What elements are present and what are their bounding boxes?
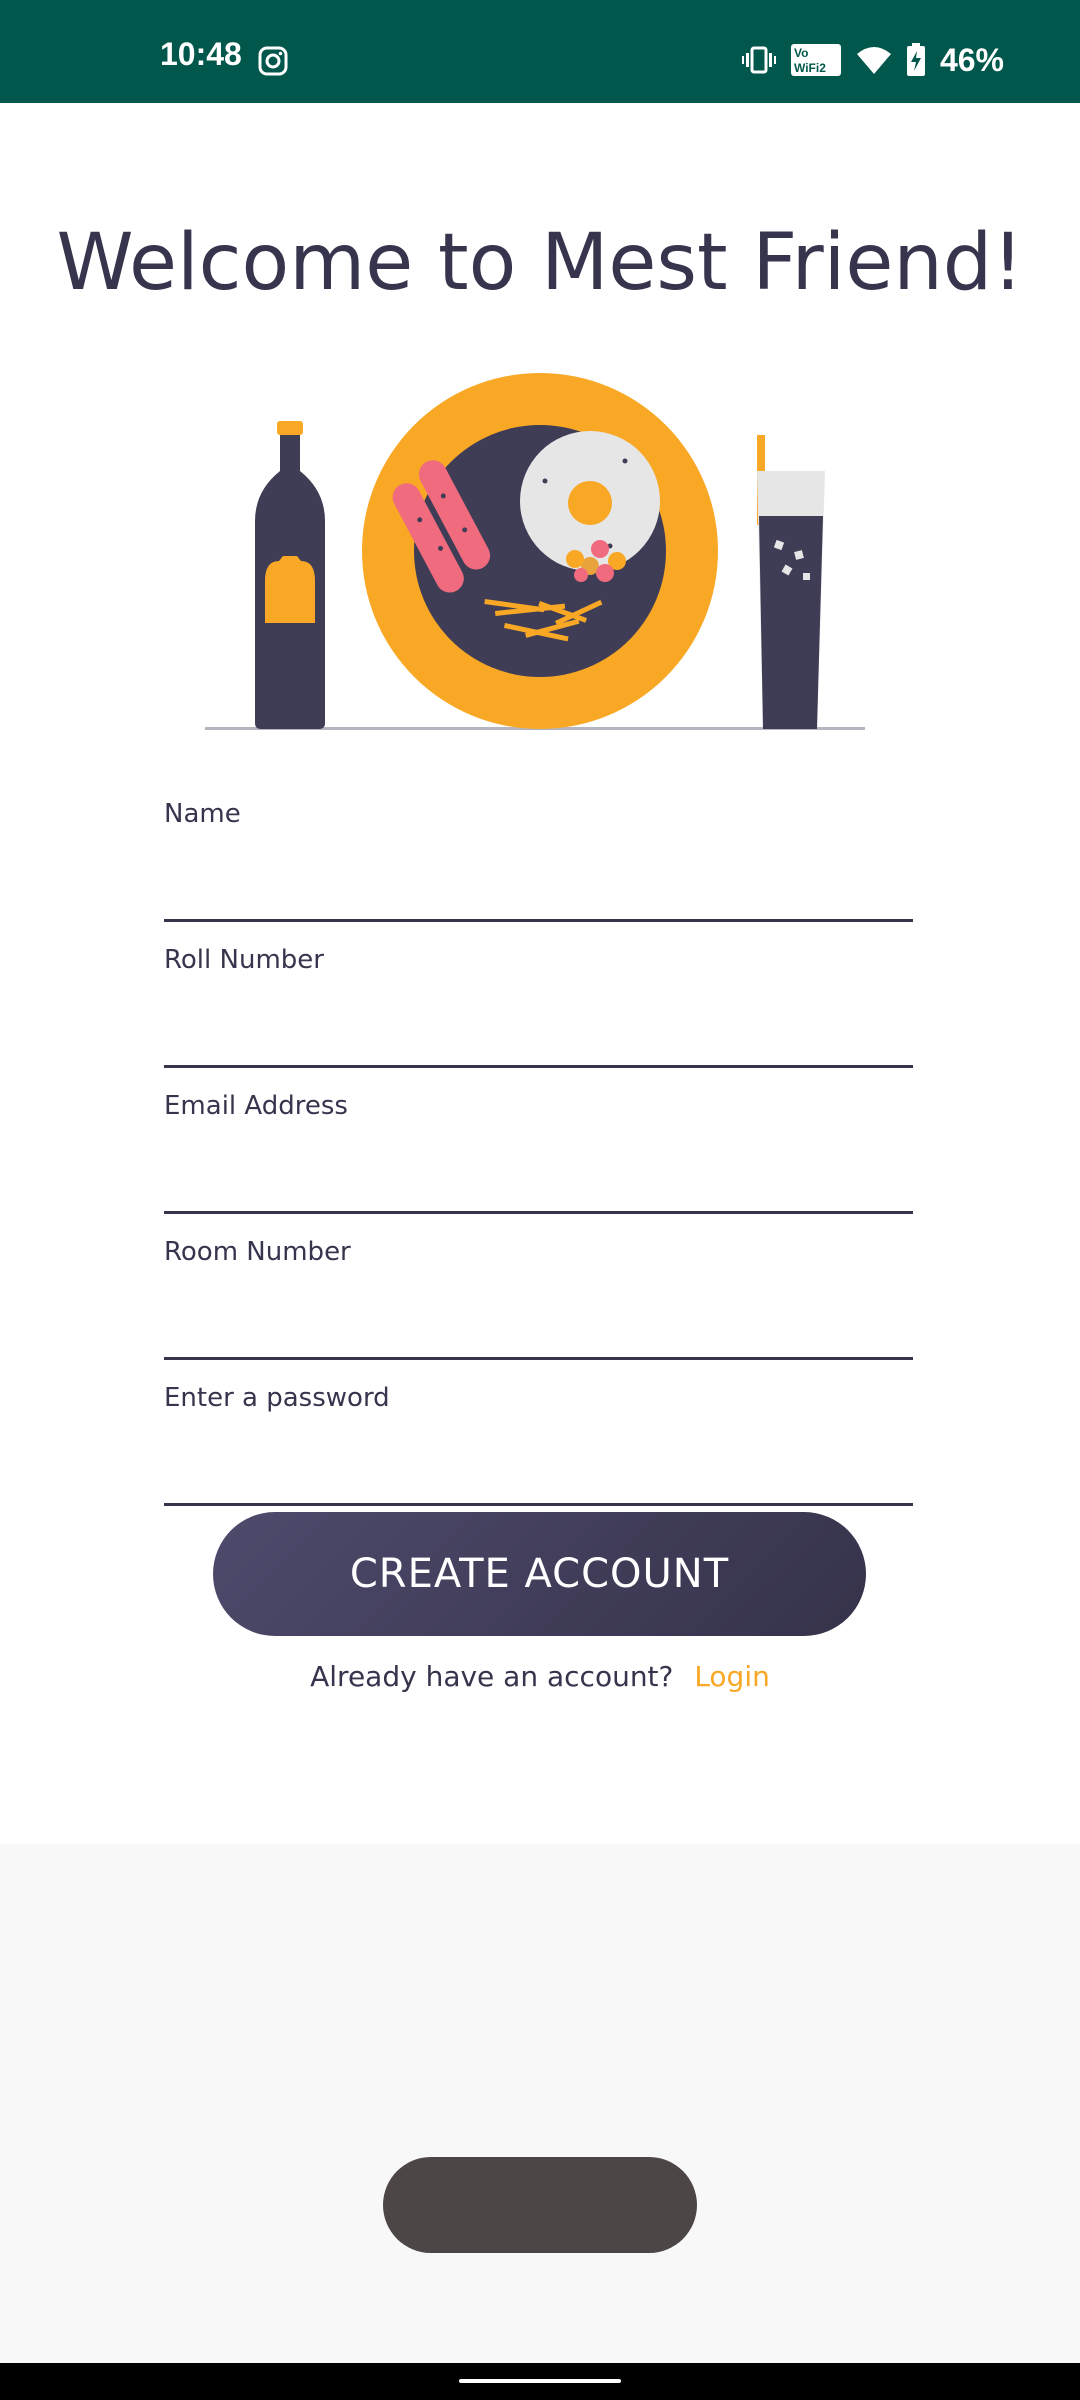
login-prompt-text: Already have an account? bbox=[310, 1660, 674, 1693]
room-number-label: Room Number bbox=[164, 1237, 351, 1267]
name-label: Name bbox=[164, 799, 241, 829]
email-field: Email Address bbox=[164, 1093, 913, 1214]
roll-number-label: Roll Number bbox=[164, 945, 324, 975]
name-field: Name bbox=[164, 801, 913, 922]
email-input[interactable] bbox=[164, 1161, 913, 1214]
food-plate-illustration bbox=[205, 373, 865, 730]
roll-number-input[interactable] bbox=[164, 1015, 913, 1068]
vowifi-icon: Vo WiFi2 bbox=[790, 44, 841, 76]
password-input[interactable] bbox=[164, 1453, 913, 1506]
status-icons: Vo WiFi2 46% bbox=[741, 40, 1004, 80]
vowifi-text: Vo bbox=[794, 46, 808, 60]
create-account-button[interactable]: CREATE ACCOUNT bbox=[213, 1512, 866, 1636]
room-number-input[interactable] bbox=[164, 1307, 913, 1360]
battery-percent: 46% bbox=[939, 42, 1004, 78]
login-prompt-row: Already have an account? Login bbox=[0, 1660, 1080, 1693]
status-bar: 10:48 Vo WiFi2 46% bbox=[0, 0, 1080, 103]
home-gesture-handle[interactable] bbox=[459, 2379, 621, 2383]
ketchup-bottle bbox=[255, 421, 325, 729]
drink-glass bbox=[757, 435, 825, 729]
name-input[interactable] bbox=[164, 869, 913, 922]
status-time: 10:48 bbox=[160, 36, 242, 72]
login-link[interactable]: Login bbox=[694, 1660, 770, 1693]
email-label: Email Address bbox=[164, 1091, 348, 1121]
password-field: Enter a password bbox=[164, 1385, 913, 1506]
room-number-field: Room Number bbox=[164, 1239, 913, 1360]
vibrate-icon bbox=[741, 46, 776, 74]
password-label: Enter a password bbox=[164, 1383, 390, 1413]
toast-pill bbox=[383, 2157, 697, 2253]
roll-number-field: Roll Number bbox=[164, 947, 913, 1068]
egg-yolk bbox=[568, 481, 612, 525]
battery-charging-icon bbox=[906, 43, 925, 76]
svg-text:WiFi2: WiFi2 bbox=[794, 61, 826, 75]
wifi-icon bbox=[856, 47, 891, 74]
navigation-bar bbox=[0, 2363, 1080, 2400]
page-title: Welcome to Mest Friend! bbox=[56, 218, 1024, 309]
instagram-icon bbox=[258, 46, 288, 76]
